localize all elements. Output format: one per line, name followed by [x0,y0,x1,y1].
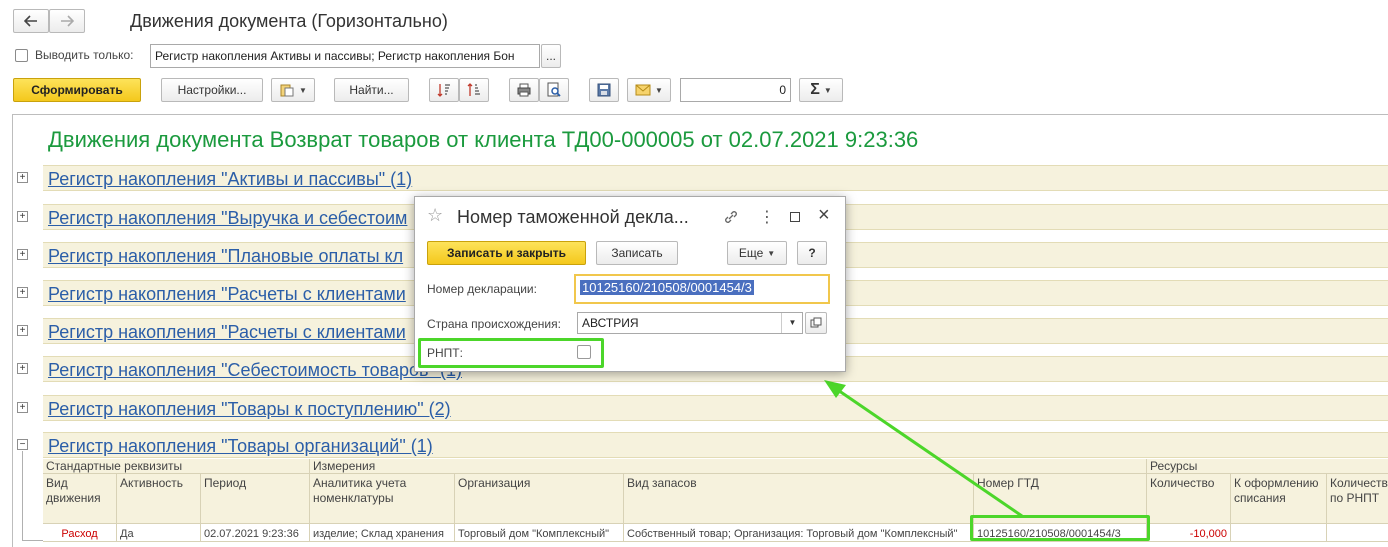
declaration-number-value: 10125160/210508/0001454/3 [580,280,754,295]
link-icon[interactable] [723,209,739,225]
country-open-button[interactable] [805,312,827,334]
country-input[interactable]: АВСТРИЯ [577,312,803,334]
chevron-down-icon: ▼ [767,248,776,258]
country-value: АВСТРИЯ [582,316,639,330]
dialog-title: Номер таможенной декла... [457,207,689,227]
rnpt-highlight [418,338,604,368]
country-label: Страна происхождения: [427,317,561,331]
dialog-save-button[interactable]: Записать [596,241,678,265]
close-icon[interactable]: × [818,204,830,227]
declaration-number-label: Номер декларации: [427,282,537,296]
declaration-number-input[interactable]: 10125160/210508/0001454/3 [574,274,830,304]
maximize-icon[interactable] [790,212,800,222]
help-button[interactable]: ? [797,241,827,265]
dialog-more-button[interactable]: Еще ▼ [727,241,787,265]
country-dropdown-button[interactable]: ▼ [781,313,803,333]
open-form-icon [810,317,822,328]
star-icon[interactable]: ☆ [427,205,443,226]
save-and-close-button[interactable]: Записать и закрыть [427,241,586,265]
more-vertical-icon[interactable]: ⋮ [759,207,775,227]
